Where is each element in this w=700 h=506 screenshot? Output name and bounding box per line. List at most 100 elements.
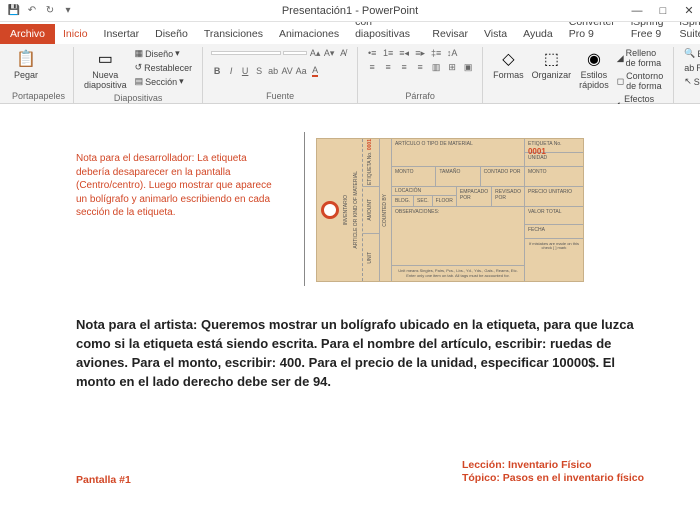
strike-icon[interactable]: S bbox=[253, 65, 265, 77]
tag-foot3: If mistakes are made on this check [ ] m… bbox=[525, 239, 583, 254]
group-paragraph: •≡ 1≡ ≡◂ ≡▸ ‡≡ ↕A ≡ ≡ ≡ ≡ ▥ ⊞ ▣ Párrafo bbox=[358, 47, 483, 103]
select-button[interactable]: ↖Seleccionar▾ bbox=[682, 75, 700, 88]
font-color-icon[interactable]: A bbox=[309, 65, 321, 77]
stub-article: ARTICLE OR KIND OF MATERIAL bbox=[354, 171, 360, 249]
tag-precio-unit: PRECIO UNITARIO bbox=[525, 187, 583, 207]
tag-unidad: UNIDAD bbox=[525, 153, 583, 167]
search-icon: 🔍 bbox=[684, 48, 695, 59]
indent-dec-icon[interactable]: ≡◂ bbox=[398, 47, 410, 59]
reset-icon: ↺ bbox=[135, 62, 143, 73]
tab-design[interactable]: Diseño bbox=[147, 24, 196, 44]
artist-note[interactable]: Nota para el artista: Queremos mostrar u… bbox=[76, 316, 636, 391]
quick-styles-button[interactable]: ◉ Estilos rápidos bbox=[577, 47, 611, 93]
reset-button[interactable]: ↺Restablecer bbox=[133, 61, 195, 74]
bullets-icon[interactable]: •≡ bbox=[366, 47, 378, 59]
italic-icon[interactable]: I bbox=[225, 65, 237, 77]
close-button[interactable]: ✕ bbox=[682, 4, 696, 18]
align-center-icon[interactable]: ≡ bbox=[382, 61, 394, 73]
shape-fill-button[interactable]: ◢Relleno de forma bbox=[615, 47, 666, 69]
align-right-icon[interactable]: ≡ bbox=[398, 61, 410, 73]
redo-icon[interactable]: ↻ bbox=[44, 5, 56, 17]
tag-revisado: REVISADO POR bbox=[492, 187, 524, 206]
tag-monto2: MONTO bbox=[525, 167, 583, 187]
tag-sec: SEC. bbox=[414, 196, 433, 206]
styles-icon: ◉ bbox=[584, 49, 604, 69]
font-size-select[interactable] bbox=[283, 51, 307, 55]
layout-icon: ▦ bbox=[135, 48, 144, 59]
developer-note[interactable]: Nota para el desarrollador: La etiqueta … bbox=[76, 152, 276, 220]
find-button[interactable]: 🔍Buscar bbox=[682, 47, 700, 60]
align-left-icon[interactable]: ≡ bbox=[366, 61, 378, 73]
stub-inventory: INVENTARIO bbox=[344, 195, 350, 225]
section-button[interactable]: ▤Sección▾ bbox=[133, 75, 195, 88]
screen-number[interactable]: Pantalla #1 bbox=[76, 474, 131, 486]
align-text-icon[interactable]: ⊞ bbox=[446, 61, 458, 73]
maximize-button[interactable]: □ bbox=[656, 4, 670, 18]
clear-format-icon[interactable]: A̸ bbox=[337, 47, 349, 59]
lesson-info[interactable]: Lección: Inventario Físico Tópico: Pasos… bbox=[462, 459, 644, 486]
new-slide-button[interactable]: ▭ Nueva diapositiva bbox=[82, 47, 129, 93]
ribbon-tabs: Archivo Inicio Insertar Diseño Transicio… bbox=[0, 22, 700, 44]
save-icon[interactable]: 💾 bbox=[8, 5, 20, 17]
topic-label: Tópico: Pasos en el inventario físico bbox=[462, 472, 644, 484]
tab-review[interactable]: Revisar bbox=[424, 24, 476, 44]
chevron-down-icon: ▾ bbox=[175, 48, 180, 59]
group-editing: 🔍Buscar abReemplazar▾ ↖Seleccionar▾ Edic… bbox=[674, 47, 700, 103]
numbering-icon[interactable]: 1≡ bbox=[382, 47, 394, 59]
select-icon: ↖ bbox=[684, 76, 692, 87]
replace-button[interactable]: abReemplazar▾ bbox=[682, 61, 700, 74]
text-direction-icon[interactable]: ↕A bbox=[446, 47, 458, 59]
tab-file[interactable]: Archivo bbox=[0, 24, 55, 44]
layout-button[interactable]: ▦Diseño▾ bbox=[133, 47, 195, 60]
underline-icon[interactable]: U bbox=[239, 65, 251, 77]
decrease-font-icon[interactable]: A▾ bbox=[323, 47, 335, 59]
tab-home[interactable]: Inicio bbox=[55, 24, 96, 44]
shapes-button[interactable]: ◇ Formas bbox=[491, 47, 526, 83]
group-label-paragraph: Párrafo bbox=[366, 91, 474, 103]
replace-icon: ab bbox=[684, 63, 694, 73]
tag-observaciones: OBSERVACIONES: bbox=[392, 207, 525, 266]
qat-dropdown-icon[interactable]: ▾ bbox=[62, 5, 74, 17]
lesson-label: Lección: Inventario Físico bbox=[462, 459, 592, 471]
tab-help[interactable]: Ayuda bbox=[515, 24, 561, 44]
divider bbox=[304, 132, 305, 286]
inventory-tag[interactable]: INVENTARIO ARTICLE OR KIND OF MATERIAL E… bbox=[312, 132, 586, 286]
paste-button[interactable]: 📋 Pegar bbox=[12, 47, 40, 83]
shadow-icon[interactable]: ab bbox=[267, 65, 279, 77]
quick-access-toolbar: 💾 ↶ ↻ ▾ bbox=[0, 5, 74, 17]
group-clipboard: 📋 Pegar Portapapeles bbox=[4, 47, 74, 103]
tag-foot2: Enter only one item on tab. All tags mus… bbox=[406, 273, 509, 278]
line-spacing-icon[interactable]: ‡≡ bbox=[430, 47, 442, 59]
stub-unit: UNIT bbox=[368, 252, 374, 264]
tab-insert[interactable]: Insertar bbox=[96, 24, 148, 44]
section-icon: ▤ bbox=[135, 76, 144, 87]
slide-canvas[interactable]: Nota para el desarrollador: La etiqueta … bbox=[0, 104, 700, 506]
tab-transitions[interactable]: Transiciones bbox=[196, 24, 271, 44]
tab-animations[interactable]: Animaciones bbox=[271, 24, 347, 44]
group-drawing: ◇ Formas ⬚ Organizar ◉ Estilos rápidos ◢… bbox=[483, 47, 674, 103]
smartart-icon[interactable]: ▣ bbox=[462, 61, 474, 73]
font-family-select[interactable] bbox=[211, 51, 281, 55]
stub-counted-by: COUNTED BY bbox=[383, 194, 389, 227]
minimize-button[interactable]: — bbox=[630, 4, 644, 18]
tag-tamano: TAMAÑO bbox=[436, 167, 480, 186]
paste-icon: 📋 bbox=[16, 49, 36, 69]
spacing-icon[interactable]: AV bbox=[281, 65, 293, 77]
stub-amount: AMOUNT bbox=[368, 199, 374, 221]
bold-icon[interactable]: B bbox=[211, 65, 223, 77]
case-icon[interactable]: Aa bbox=[295, 65, 307, 77]
columns-icon[interactable]: ▥ bbox=[430, 61, 442, 73]
tab-view[interactable]: Vista bbox=[476, 24, 515, 44]
increase-font-icon[interactable]: A▴ bbox=[309, 47, 321, 59]
stub-etq-label: ETIQUETA No. bbox=[367, 152, 373, 186]
group-label-clipboard: Portapapeles bbox=[12, 91, 65, 103]
new-slide-icon: ▭ bbox=[95, 49, 115, 69]
shape-outline-button[interactable]: ◻Contorno de forma bbox=[615, 70, 666, 92]
fill-icon: ◢ bbox=[617, 53, 624, 64]
undo-icon[interactable]: ↶ bbox=[26, 5, 38, 17]
align-justify-icon[interactable]: ≡ bbox=[414, 61, 426, 73]
tag-monto: MONTO bbox=[392, 167, 436, 186]
indent-inc-icon[interactable]: ≡▸ bbox=[414, 47, 426, 59]
arrange-button[interactable]: ⬚ Organizar bbox=[530, 47, 574, 83]
group-label-slides: Diapositivas bbox=[82, 93, 194, 105]
